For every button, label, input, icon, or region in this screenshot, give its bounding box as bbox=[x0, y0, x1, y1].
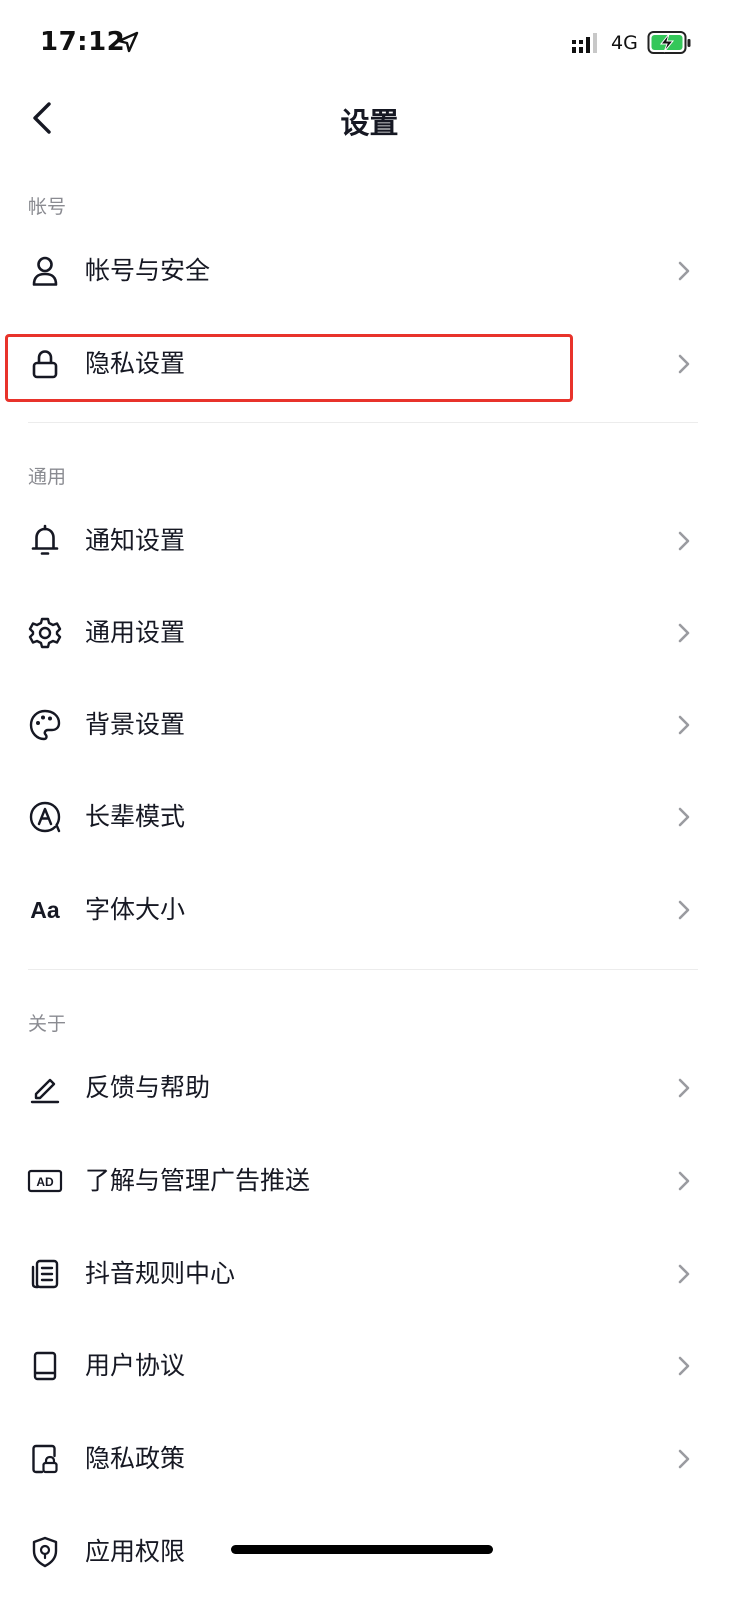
ad-management-label: 了解与管理广告推送 bbox=[85, 1166, 311, 1195]
background-settings-item[interactable]: 背景设置 bbox=[0, 679, 739, 771]
status-bar: 17:12 4G bbox=[0, 0, 739, 90]
rules-center-label: 抖音规则中心 bbox=[85, 1259, 236, 1288]
chevron-right-icon bbox=[678, 623, 690, 643]
chevron-right-icon bbox=[678, 1449, 690, 1469]
notification-settings-label: 通知设置 bbox=[85, 526, 186, 555]
home-indicator[interactable] bbox=[231, 1545, 493, 1554]
elder-mode-label: 长辈模式 bbox=[85, 802, 186, 831]
palette-icon bbox=[26, 706, 64, 744]
bell-icon bbox=[26, 522, 64, 560]
status-time: 17:12 bbox=[40, 27, 126, 57]
section-divider bbox=[28, 969, 698, 970]
account-security-label: 帐号与安全 bbox=[85, 256, 211, 285]
chevron-right-icon bbox=[678, 807, 690, 827]
person-icon bbox=[26, 252, 64, 290]
privacy-settings-label: 隐私设置 bbox=[85, 349, 186, 378]
chevron-right-icon bbox=[678, 1078, 690, 1098]
chevron-right-icon bbox=[678, 1264, 690, 1284]
ad-management-item[interactable]: AD 了解与管理广告推送 bbox=[0, 1135, 739, 1227]
location-arrow-icon bbox=[117, 31, 139, 53]
feedback-help-label: 反馈与帮助 bbox=[85, 1073, 211, 1102]
chevron-right-icon bbox=[678, 261, 690, 281]
notification-settings-item[interactable]: 通知设置 bbox=[0, 495, 739, 587]
document-icon bbox=[26, 1255, 64, 1293]
privacy-policy-item[interactable]: 隐私政策 bbox=[0, 1413, 739, 1505]
privacy-policy-label: 隐私政策 bbox=[85, 1444, 186, 1473]
chevron-right-icon bbox=[678, 531, 690, 551]
signal-icon bbox=[572, 33, 597, 53]
section-header-about: 关于 bbox=[28, 1013, 67, 1035]
app-permissions-label: 应用权限 bbox=[85, 1537, 186, 1566]
feedback-help-item[interactable]: 反馈与帮助 bbox=[0, 1042, 739, 1134]
navigation-bar: 设置 bbox=[0, 90, 739, 146]
section-header-general: 通用 bbox=[28, 466, 67, 488]
chevron-right-icon bbox=[678, 900, 690, 920]
background-settings-label: 背景设置 bbox=[85, 710, 186, 739]
rules-center-item[interactable]: 抖音规则中心 bbox=[0, 1228, 739, 1320]
user-agreement-label: 用户协议 bbox=[85, 1351, 186, 1380]
user-agreement-item[interactable]: 用户协议 bbox=[0, 1320, 739, 1412]
elder-mode-icon bbox=[26, 798, 64, 836]
chevron-right-icon bbox=[678, 715, 690, 735]
font-size-label: 字体大小 bbox=[85, 895, 186, 924]
chevron-right-icon bbox=[678, 1171, 690, 1191]
font-size-icon: Aa bbox=[26, 891, 64, 929]
font-size-icon-text: Aa bbox=[30, 896, 60, 923]
book-icon bbox=[26, 1347, 64, 1385]
ad-icon: AD bbox=[26, 1162, 64, 1200]
chevron-right-icon bbox=[678, 1356, 690, 1376]
lock-icon bbox=[26, 345, 64, 383]
account-security-item[interactable]: 帐号与安全 bbox=[0, 225, 739, 317]
chevron-right-icon bbox=[678, 354, 690, 374]
section-divider bbox=[28, 422, 698, 423]
font-size-item[interactable]: Aa 字体大小 bbox=[0, 864, 739, 956]
pencil-icon bbox=[26, 1069, 64, 1107]
svg-text:AD: AD bbox=[36, 1175, 54, 1189]
elder-mode-item[interactable]: 长辈模式 bbox=[0, 771, 739, 863]
battery-charging-icon bbox=[647, 31, 691, 54]
shield-location-icon bbox=[26, 1533, 64, 1571]
privacy-doc-icon bbox=[26, 1440, 64, 1478]
page-title: 设置 bbox=[340, 106, 399, 140]
network-type: 4G bbox=[611, 32, 638, 54]
section-header-account: 帐号 bbox=[28, 196, 67, 218]
privacy-settings-item[interactable]: 隐私设置 bbox=[0, 318, 739, 410]
general-settings-item[interactable]: 通用设置 bbox=[0, 587, 739, 679]
gear-icon bbox=[26, 614, 64, 652]
general-settings-label: 通用设置 bbox=[85, 618, 186, 647]
